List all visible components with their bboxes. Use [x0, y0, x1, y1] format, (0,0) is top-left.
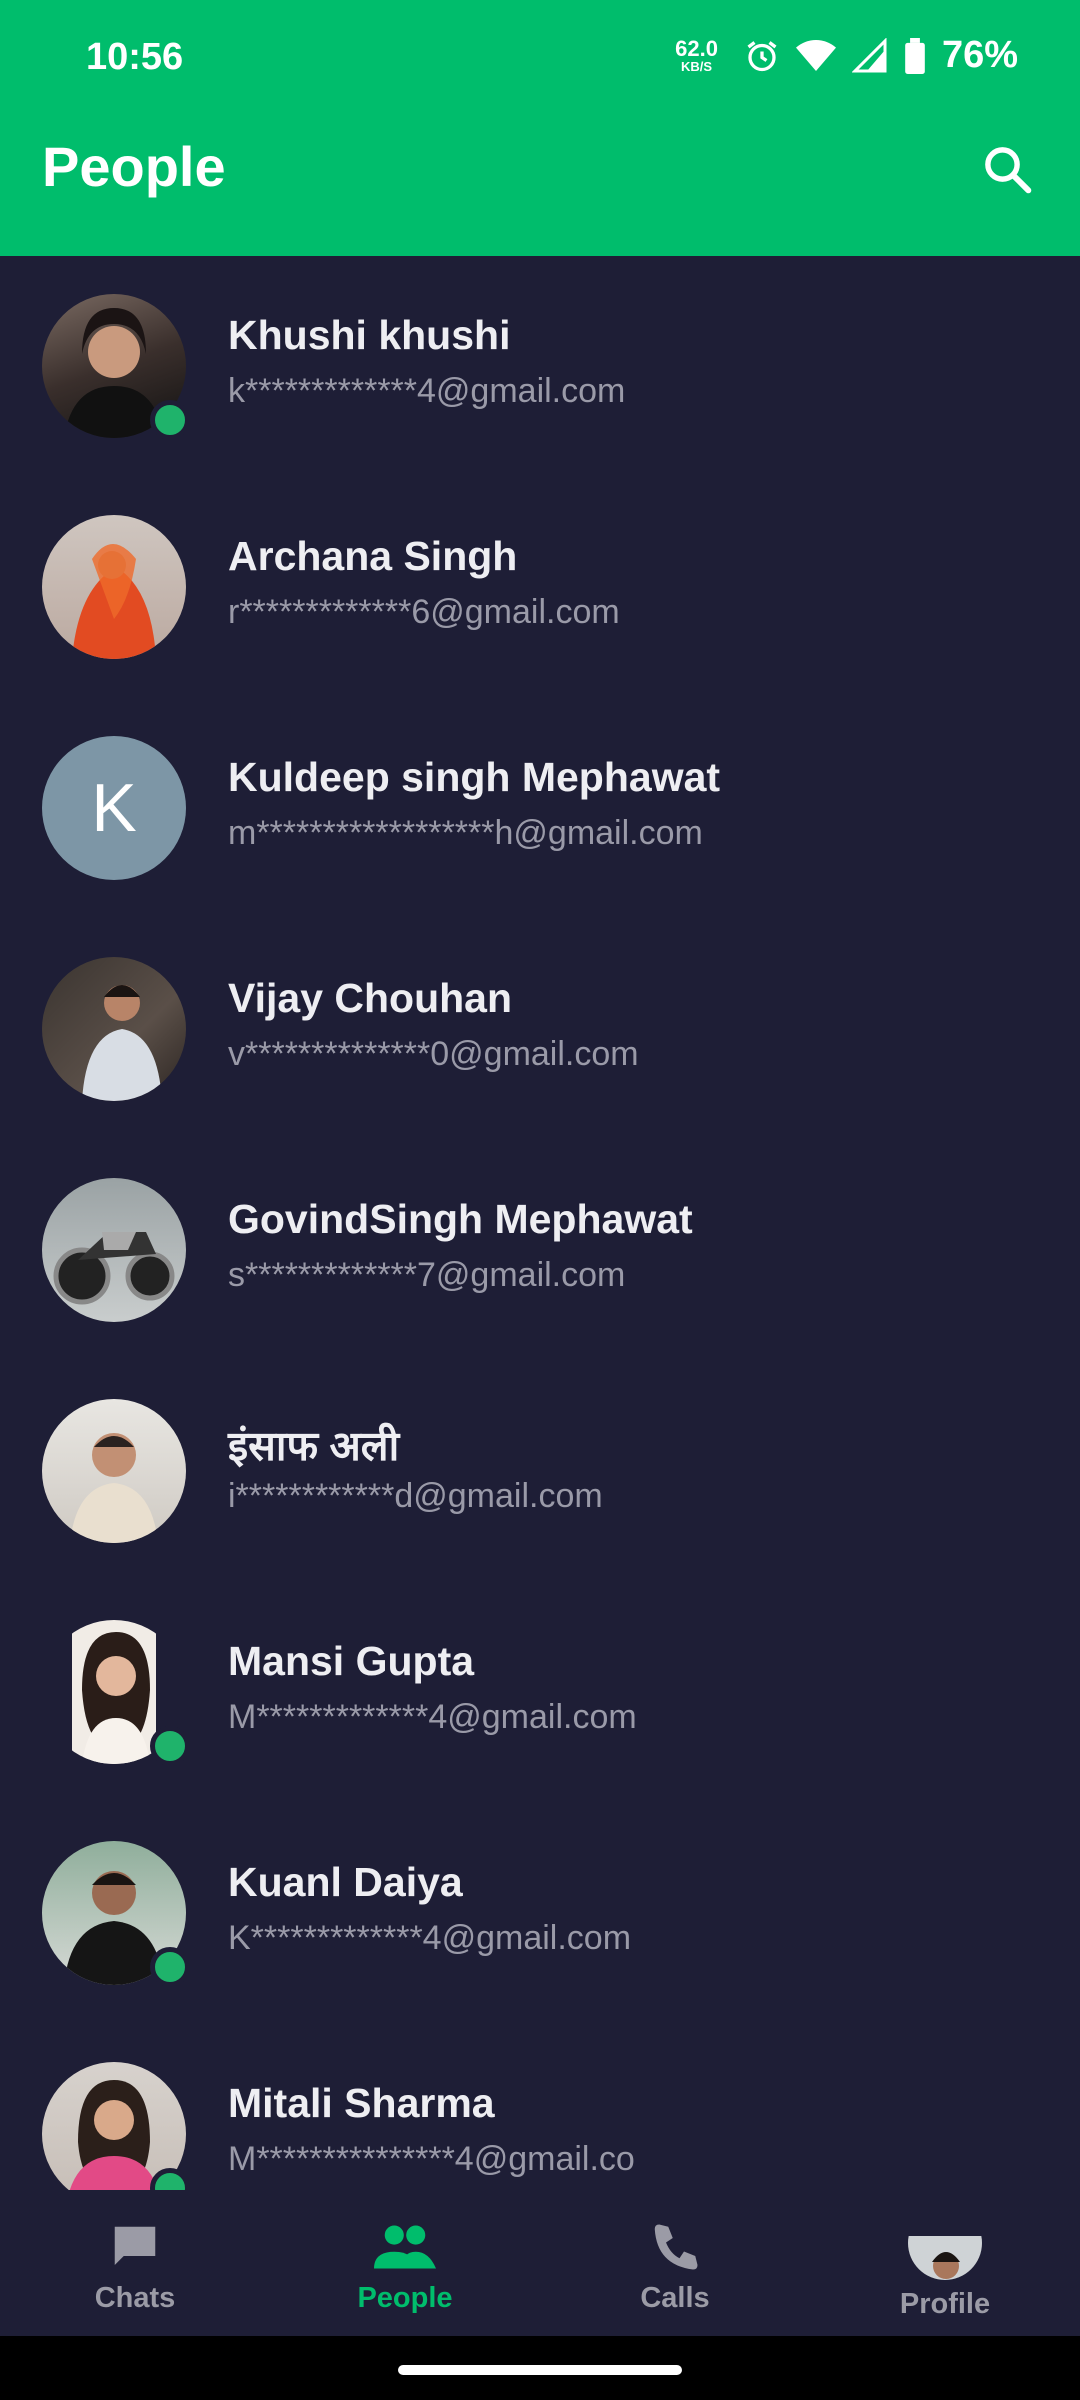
list-item[interactable]: K Kuldeep singh Mephawat m**************… — [0, 698, 1080, 919]
net-speed-unit: KB/S — [680, 59, 713, 74]
person-name: Archana Singh — [228, 533, 518, 579]
list-item[interactable]: GovindSingh Mephawat s*************7@gma… — [0, 1140, 1080, 1361]
search-icon — [985, 147, 1032, 194]
nav-chats[interactable]: Chats — [0, 2190, 270, 2336]
search-button[interactable] — [972, 134, 1042, 204]
person-email: r*************6@gmail.com — [228, 593, 620, 631]
avatar[interactable]: K — [42, 736, 186, 880]
person-name: Khushi khushi — [228, 312, 511, 358]
person-email: K*************4@gmail.com — [228, 1919, 632, 1957]
avatar[interactable] — [42, 515, 186, 659]
nav-calls[interactable]: Calls — [540, 2190, 810, 2336]
person-email: M***************4@gmail.co — [228, 2140, 635, 2178]
person-name: Mansi Gupta — [228, 1638, 475, 1684]
person-email: v**************0@gmail.com — [228, 1035, 639, 1073]
list-item[interactable]: Kuanl Daiya K*************4@gmail.com — [0, 1803, 1080, 2024]
bottom-nav: Chats People Calls Profile — [0, 2190, 1080, 2336]
avatar[interactable] — [42, 1620, 190, 1766]
avatar[interactable] — [42, 294, 190, 440]
status-time: 10:56 — [86, 36, 184, 78]
avatar[interactable] — [42, 1178, 186, 1322]
list-item[interactable]: Khushi khushi k*************4@gmail.com — [0, 256, 1080, 477]
nav-label: Profile — [899, 2288, 991, 2320]
list-item[interactable]: Vijay Chouhan v**************0@gmail.com — [0, 919, 1080, 1140]
person-email: m******************h@gmail.com — [228, 814, 703, 852]
person-email: s*************7@gmail.com — [228, 1256, 626, 1294]
person-name: Mitali Sharma — [228, 2080, 495, 2126]
page-title: People — [42, 135, 226, 198]
people-icon — [374, 2225, 436, 2269]
wifi-icon — [795, 39, 836, 71]
person-email: i************d@gmail.com — [228, 1477, 603, 1515]
system-gesture-bar — [0, 2336, 1080, 2400]
list-item[interactable]: Mitali Sharma M***************4@gmail.co — [0, 2024, 1080, 2190]
online-indicator — [150, 1726, 190, 1766]
battery-percent: 76% — [941, 34, 1018, 76]
nav-profile[interactable]: Profile — [810, 2190, 1080, 2336]
avatar[interactable] — [42, 2062, 190, 2190]
avatar-initial: K — [42, 736, 186, 880]
person-name: Kuldeep singh Mephawat — [228, 754, 721, 800]
list-item[interactable]: इंसाफ अली i************d@gmail.com — [0, 1361, 1080, 1582]
nav-label: Chats — [94, 2282, 176, 2314]
online-indicator — [150, 1947, 190, 1987]
app-header: 10:56 62.0 KB/S 76% People — [0, 0, 1080, 256]
signal-icon — [851, 37, 887, 72]
avatar[interactable] — [42, 1841, 190, 1987]
nav-people[interactable]: People — [270, 2190, 540, 2336]
person-name: GovindSingh Mephawat — [228, 1196, 693, 1242]
avatar[interactable] — [42, 1399, 186, 1543]
alarm-icon — [747, 40, 777, 71]
net-speed: 62.0 KB/S — [675, 36, 718, 74]
nav-label: People — [357, 2282, 453, 2314]
person-email: k*************4@gmail.com — [228, 372, 626, 410]
person-name: इंसाफ अली — [228, 1423, 400, 1469]
profile-avatar — [908, 2206, 982, 2280]
nav-label: Calls — [640, 2282, 710, 2314]
battery-icon — [905, 37, 925, 74]
person-name: Vijay Chouhan — [228, 975, 513, 1021]
status-icons: 62.0 KB/S 76% — [675, 34, 1018, 77]
person-email: M*************4@gmail.com — [228, 1698, 637, 1736]
avatar[interactable] — [42, 957, 186, 1101]
home-indicator[interactable] — [398, 2365, 682, 2375]
list-item[interactable]: Archana Singh r*************6@gmail.com — [0, 477, 1080, 698]
person-name: Kuanl Daiya — [228, 1859, 463, 1905]
net-speed-value: 62.0 — [675, 36, 718, 61]
people-list[interactable]: Khushi khushi k*************4@gmail.com … — [0, 256, 1080, 2190]
list-item[interactable]: Mansi Gupta M*************4@gmail.com — [0, 1582, 1080, 1803]
chat-icon — [114, 2226, 156, 2265]
phone-icon — [654, 2224, 698, 2270]
online-indicator — [150, 400, 190, 440]
